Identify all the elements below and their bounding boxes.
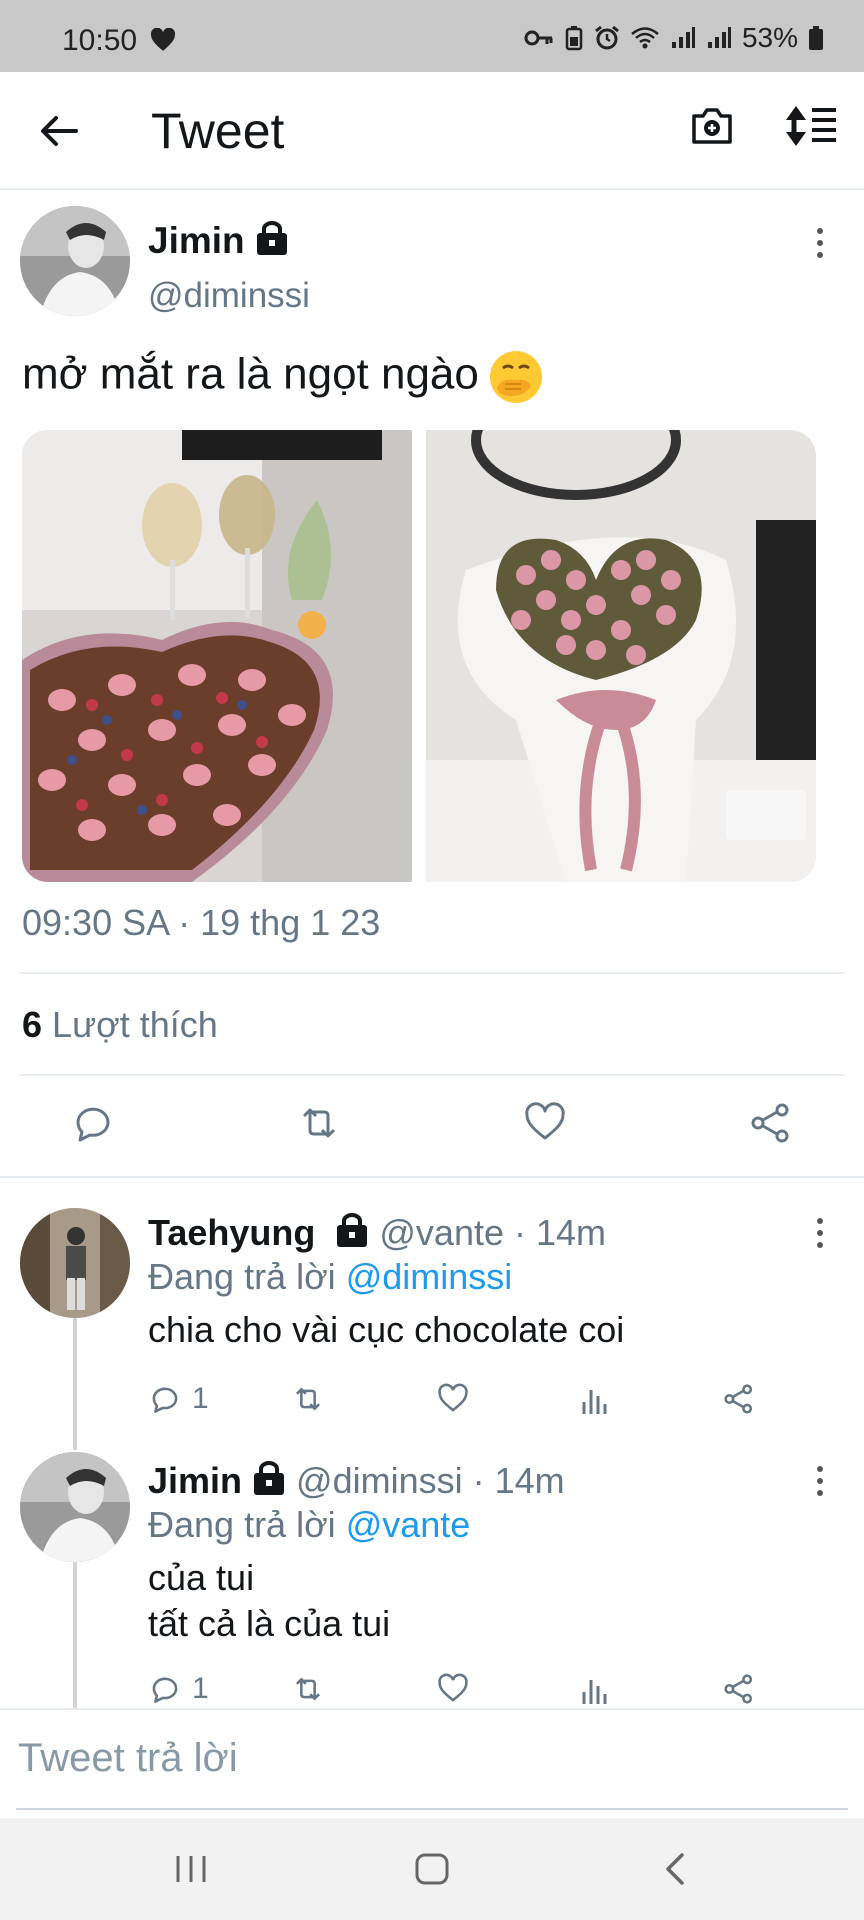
more-options-icon[interactable] — [815, 1466, 825, 1502]
reply-author-name: Taehyung — [148, 1212, 316, 1253]
battery-percent: 53% — [741, 22, 798, 53]
key-icon — [524, 30, 553, 46]
divider — [20, 972, 844, 974]
likes-count-row[interactable]: 6 Lượt thích — [22, 1004, 218, 1046]
back-arrow-icon[interactable] — [36, 108, 82, 154]
retweet-icon — [295, 1387, 321, 1411]
share-button[interactable] — [722, 1672, 756, 1706]
signal-icon — [671, 27, 695, 48]
tweet-timestamp: 09:30 SA · 19 thg 1 23 — [22, 902, 381, 943]
camera-plus-icon[interactable] — [688, 102, 736, 150]
reply-button[interactable]: 1 — [148, 1672, 209, 1706]
divider — [20, 1074, 844, 1076]
like-heart-icon — [438, 1383, 468, 1412]
section-divider — [0, 1176, 864, 1178]
lock-icon — [254, 1461, 285, 1495]
replying-prefix: Đang trả lời — [148, 1504, 336, 1545]
home-icon[interactable] — [414, 1852, 450, 1886]
tweet-text-row: mở mắt ra là ngọt ngào — [22, 348, 545, 406]
share-button[interactable] — [722, 1382, 756, 1416]
retweet-icon — [295, 1677, 321, 1701]
share-icon[interactable] — [748, 1100, 794, 1146]
signal-icon-2 — [707, 27, 731, 48]
wifi-icon — [631, 27, 659, 49]
author-handle[interactable]: @diminssi — [148, 276, 310, 316]
alarm-icon — [595, 25, 619, 50]
system-back-icon[interactable] — [660, 1852, 690, 1886]
reply-icon[interactable] — [70, 1100, 116, 1146]
like-heart-icon[interactable] — [522, 1100, 568, 1146]
like-count: 6 — [22, 1004, 43, 1045]
reply-header[interactable]: Taehyung @vante · 14m — [148, 1212, 606, 1254]
battery-icon — [809, 26, 823, 50]
status-bar: 10:50 53% — [0, 0, 864, 72]
retweet-button[interactable] — [290, 1382, 326, 1416]
tweet-image-chocolate-strawberries[interactable] — [22, 430, 412, 882]
reply-count: 1 — [192, 1672, 209, 1705]
thread-line — [73, 1318, 77, 1450]
system-nav-bar — [0, 1818, 864, 1920]
share-icon — [724, 1384, 753, 1414]
battery-saver-icon — [565, 26, 583, 51]
reply-count: 1 — [192, 1382, 209, 1415]
thread-line — [73, 1562, 77, 1708]
status-time: 10:50 — [62, 24, 138, 57]
reply-input[interactable]: Tweet trả lời — [18, 1736, 238, 1781]
tweet-text: mở mắt ra là ngọt ngào — [22, 349, 479, 399]
reply-icon — [152, 1387, 178, 1413]
like-button[interactable] — [436, 1672, 470, 1706]
analytics-icon — [582, 1390, 607, 1414]
like-label: Lượt thích — [52, 1004, 218, 1045]
heart-icon — [150, 28, 176, 51]
recent-apps-icon[interactable] — [174, 1852, 208, 1886]
reply-icon — [152, 1677, 178, 1703]
replying-to-link[interactable]: @diminssi — [346, 1256, 513, 1297]
more-options-icon[interactable] — [815, 1218, 825, 1254]
like-button[interactable] — [436, 1382, 470, 1416]
retweet-icon[interactable] — [296, 1100, 342, 1146]
tweet-image-rose-bouquet[interactable] — [426, 430, 816, 882]
replying-prefix: Đang trả lời — [148, 1256, 336, 1297]
lock-icon — [337, 1213, 368, 1247]
lock-icon — [256, 221, 287, 255]
reply-handle-time: @diminssi · 14m — [296, 1460, 565, 1501]
page-title: Tweet — [151, 103, 285, 159]
reply-text: chia cho vài cục chocolate coi — [148, 1309, 625, 1350]
replying-to-link[interactable]: @vante — [346, 1504, 471, 1545]
more-options-icon[interactable] — [815, 228, 825, 264]
hand-over-mouth-emoji-icon — [489, 351, 542, 403]
reply-text-line-2: tất cả là của tui — [148, 1603, 391, 1644]
status-icons: 53% — [524, 22, 824, 54]
analytics-icon — [582, 1680, 607, 1704]
retweet-button[interactable] — [290, 1672, 326, 1706]
author-avatar[interactable] — [20, 206, 130, 316]
sort-icon[interactable] — [784, 102, 838, 150]
share-icon — [724, 1674, 753, 1704]
divider — [0, 1708, 864, 1710]
reply-avatar[interactable] — [20, 1452, 130, 1562]
analytics-button[interactable] — [580, 1382, 610, 1416]
replying-to: Đang trả lời @vante — [148, 1504, 470, 1546]
analytics-button[interactable] — [580, 1672, 610, 1706]
like-heart-icon — [438, 1673, 468, 1702]
reply-avatar[interactable] — [20, 1208, 130, 1318]
author-name-row[interactable]: Jimin — [148, 220, 289, 262]
reply-text-line-1: của tui — [148, 1557, 255, 1598]
reply-handle-time: @vante · 14m — [379, 1212, 607, 1253]
reply-input-underline — [16, 1808, 848, 1810]
reply-button[interactable]: 1 — [148, 1382, 209, 1416]
replying-to: Đang trả lời @diminssi — [148, 1256, 512, 1298]
author-name: Jimin — [148, 220, 245, 261]
app-header: Tweet — [0, 72, 864, 190]
reply-author-name: Jimin — [148, 1460, 243, 1501]
reply-header[interactable]: Jimin @diminssi · 14m — [148, 1460, 565, 1502]
